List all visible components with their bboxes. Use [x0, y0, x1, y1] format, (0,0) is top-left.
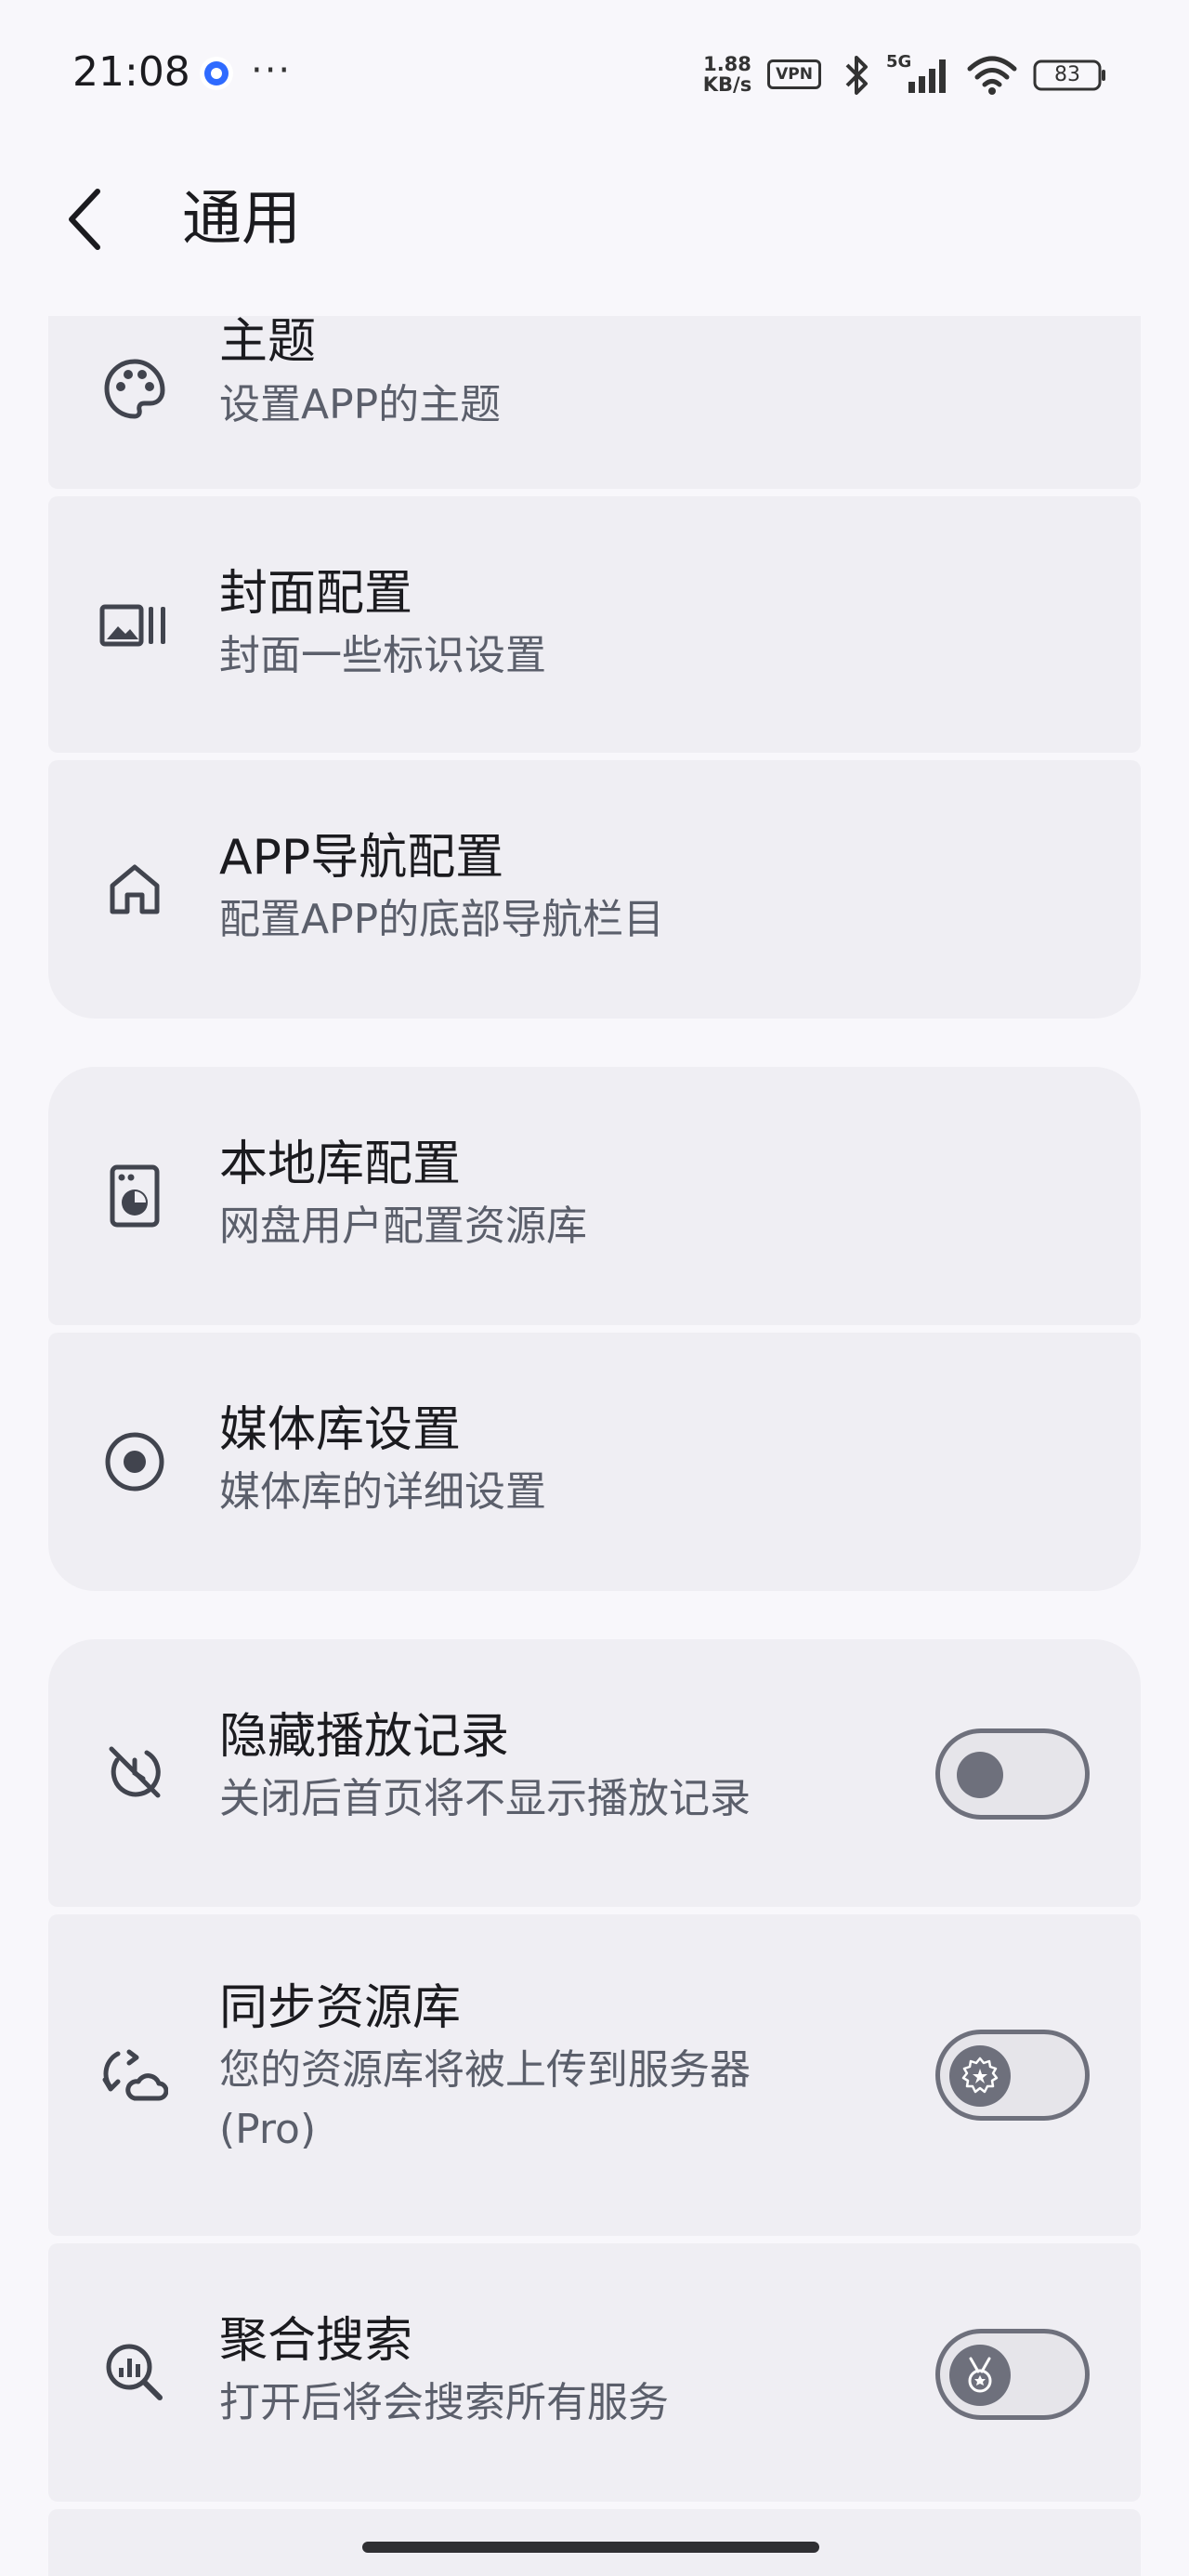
home-indicator[interactable] [362, 2542, 819, 2553]
setting-title: 封面配置 [219, 566, 413, 622]
setting-title: 隐藏播放记录 [219, 1709, 510, 1765]
hide-play-history-toggle[interactable] [935, 1728, 1090, 1820]
app-bar [0, 149, 1189, 316]
app-notification-icon [200, 57, 233, 90]
bluetooth-icon [845, 56, 868, 95]
setting-subtitle: 网盘用户配置资源库 [219, 1203, 587, 1250]
cellular-signal-icon: 5G [886, 52, 946, 93]
setting-title: APP导航配置 [219, 830, 504, 886]
back-button[interactable] [52, 175, 117, 264]
hide-history-icon [98, 1736, 171, 1808]
setting-title: 同步资源库 [219, 1980, 462, 2036]
battery-level: 83 [1054, 63, 1080, 86]
search-analytics-icon [98, 2336, 171, 2409]
setting-app-nav-config[interactable]: APP导航配置 配置APP的底部导航栏目 [48, 760, 1141, 1019]
setting-subtitle: 封面一些标识设置 [219, 632, 546, 679]
setting-hide-play-history[interactable]: 隐藏播放记录 关闭后首页将不显示播放记录 [48, 1639, 1141, 1907]
setting-sync-library[interactable]: 同步资源库 您的资源库将被上传到服务器 (Pro) [48, 1914, 1141, 2236]
local-library-icon [98, 1160, 171, 1232]
more-notifications-indicator: ··· [251, 49, 293, 92]
pro-gear-icon [961, 2057, 999, 2094]
network-speed: 1.88 KB/s [699, 54, 756, 95]
status-bar: 21:08 ··· 1.88 KB/s VPN 5G 83 [0, 0, 1189, 149]
pro-badge-knob [949, 2345, 1011, 2406]
setting-theme[interactable]: 主题 设置APP的主题 [48, 316, 1141, 489]
setting-subtitle: 媒体库的详细设置 [219, 1468, 546, 1516]
setting-subtitle: 关闭后首页将不显示播放记录 [219, 1775, 751, 1822]
sync-library-toggle[interactable] [935, 2030, 1090, 2121]
setting-title: 本地库配置 [219, 1137, 462, 1192]
status-time: 21:08 [72, 48, 190, 96]
vpn-badge: VPN [767, 59, 821, 89]
setting-local-library[interactable]: 本地库配置 网盘用户配置资源库 [48, 1067, 1141, 1325]
setting-subtitle-line: (Pro) [219, 2106, 317, 2153]
network-speed-value: 1.88 [703, 53, 751, 75]
home-icon [98, 853, 171, 926]
signal-label: 5G [886, 52, 911, 72]
toggle-knob [957, 1752, 1003, 1798]
page-title: 通用 [182, 185, 301, 254]
aggregate-search-toggle[interactable] [935, 2329, 1090, 2420]
pro-medal-icon [968, 2357, 992, 2393]
setting-subtitle: 设置APP的主题 [219, 381, 502, 428]
settings-list[interactable]: 主题 设置APP的主题 封面配置 封面一些标识设置 APP导航配置 配置APP的… [0, 316, 1189, 2576]
setting-subtitle-line: 您的资源库将被上传到服务器 [219, 2046, 751, 2094]
network-speed-unit: KB/s [702, 73, 752, 96]
setting-title: 媒体库设置 [219, 1402, 462, 1458]
setting-title: 聚合搜索 [219, 2313, 413, 2369]
cloud-sync-icon [98, 2039, 171, 2111]
pro-badge-knob [949, 2045, 1011, 2107]
wifi-icon [967, 56, 1017, 95]
setting-subtitle: 打开后将会搜索所有服务 [219, 2379, 669, 2426]
back-arrow-icon [69, 189, 100, 250]
setting-aggregate-search[interactable]: 聚合搜索 打开后将会搜索所有服务 [48, 2243, 1141, 2502]
palette-icon [98, 353, 171, 426]
setting-title: 主题 [219, 316, 317, 370]
target-icon [98, 1426, 171, 1498]
setting-subtitle: 配置APP的底部导航栏目 [219, 896, 665, 943]
cover-image-icon [98, 589, 171, 662]
setting-cover-config[interactable]: 封面配置 封面一些标识设置 [48, 496, 1141, 753]
setting-media-library[interactable]: 媒体库设置 媒体库的详细设置 [48, 1333, 1141, 1591]
